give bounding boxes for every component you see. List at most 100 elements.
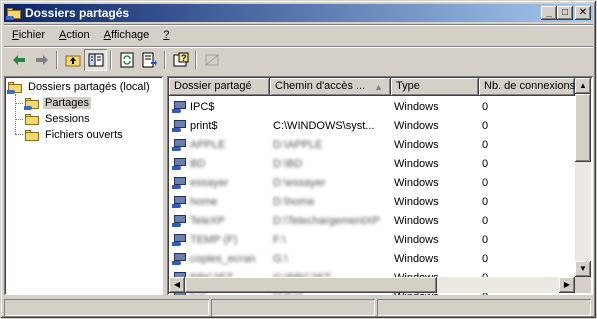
cell-connections: 0 <box>482 252 489 265</box>
column-header-type[interactable]: Type <box>391 78 479 96</box>
help-button[interactable]: ? <box>169 49 192 71</box>
table-row[interactable]: essayer D:\essayer Windows 0 <box>169 173 575 192</box>
shared-folder-icon <box>172 138 188 152</box>
table-row[interactable]: copies_ecran G:\ Windows 0 <box>169 249 575 268</box>
folder-icon <box>24 128 40 142</box>
horizontal-scroll-thumb[interactable] <box>185 277 437 293</box>
up-level-button[interactable] <box>61 49 84 71</box>
cell-path: D:\TelechargementXP <box>273 214 380 227</box>
share-name: essayer <box>190 176 229 189</box>
export-list-icon <box>142 52 157 68</box>
menu-affichage[interactable]: Affichage <box>97 27 157 45</box>
cell-type: Windows <box>394 119 439 132</box>
title-bar[interactable]: Dossiers partagés _ □ ✕ <box>4 4 593 22</box>
column-header-label: Chemin d'accès ... <box>275 80 366 92</box>
menu-affichage-accel: A <box>103 29 111 41</box>
tree-item-partages[interactable]: Partages <box>24 95 92 111</box>
share-name: print$ <box>190 119 218 132</box>
vertical-scroll-thumb[interactable] <box>575 94 591 162</box>
scroll-down-button[interactable]: ▼ <box>575 261 591 277</box>
disabled-action-button[interactable] <box>200 49 223 71</box>
cell-share-name: BD <box>169 157 270 171</box>
cell-connections: 0 <box>482 157 489 170</box>
shared-folder-icon <box>172 119 188 133</box>
forward-button[interactable] <box>30 49 53 71</box>
menu-affichage-label: ffichage <box>110 29 150 41</box>
show-hide-tree-button[interactable] <box>84 49 107 71</box>
share-name: APPLE <box>190 138 226 151</box>
column-header-dossier[interactable]: Dossier partagé <box>169 78 270 96</box>
disabled-action-icon <box>205 54 218 66</box>
cell-type: Windows <box>394 157 439 170</box>
cell-connections: 0 <box>482 100 489 113</box>
toolbar-separator <box>195 51 197 69</box>
shared-folder-icon <box>172 195 188 209</box>
tree-item-label: Fichiers ouverts <box>45 129 123 141</box>
menu-bar: Fichier Action Affichage ? <box>5 27 176 45</box>
shared-folder-icon <box>7 80 23 94</box>
table-row[interactable]: BD D:\BD Windows 0 <box>169 154 575 173</box>
shares-list[interactable]: Dossier partagé Chemin d'accès ... ▲ Type… <box>167 76 593 295</box>
tree-root[interactable]: Dossiers partagés (local) <box>7 79 152 95</box>
cell-type: Windows <box>394 138 439 151</box>
cell-connections: 0 <box>482 233 489 246</box>
menu-fichier[interactable]: Fichier <box>5 27 52 45</box>
scroll-left-button[interactable]: ◀ <box>169 277 185 293</box>
maximize-button[interactable]: □ <box>557 6 573 20</box>
minimize-button[interactable]: _ <box>541 6 557 20</box>
column-header-label: Dossier partagé <box>174 80 252 92</box>
shared-folder-icon <box>172 233 188 247</box>
shared-folder-icon <box>172 100 188 114</box>
tree-item-fichiers-ouverts[interactable]: Fichiers ouverts <box>24 127 125 143</box>
cell-connections: 0 <box>482 214 489 227</box>
table-row[interactable]: TeleXP D:\TelechargementXP Windows 0 <box>169 211 575 230</box>
menu-action-label: ction <box>66 29 90 41</box>
show-hide-tree-icon <box>88 53 103 67</box>
folder-icon <box>24 112 40 126</box>
menu-fichier-accel: F <box>12 29 19 41</box>
column-header-chemin[interactable]: Chemin d'accès ... ▲ <box>270 78 391 96</box>
share-name: BD <box>190 157 206 170</box>
vertical-scrollbar[interactable]: ▲ ▼ <box>575 78 591 277</box>
cell-connections: 0 <box>482 138 489 151</box>
refresh-button[interactable] <box>115 49 138 71</box>
svg-text:?: ? <box>181 53 187 63</box>
export-list-button[interactable] <box>138 49 161 71</box>
table-row[interactable]: IPC$ Windows 0 <box>169 97 575 116</box>
column-header-label: Nb. de connexions <box>484 80 575 92</box>
toolbar-divider <box>4 46 593 48</box>
tree-connector <box>15 103 23 104</box>
share-name: IPC$ <box>190 100 215 113</box>
tree-pane[interactable]: Dossiers partagés (local) Partages Sessi… <box>4 76 163 295</box>
menu-divider <box>4 24 593 26</box>
app-window: Dossiers partagés _ □ ✕ Fichier Action A… <box>0 0 597 319</box>
menu-fichier-label: ichier <box>18 29 46 41</box>
horizontal-scrollbar[interactable]: ◀ ▶ <box>169 277 575 293</box>
column-header-connexions[interactable]: Nb. de connexions <box>479 78 575 96</box>
menu-action[interactable]: Action <box>52 27 97 45</box>
cell-share-name: copies_ecran <box>169 252 270 266</box>
menu-help-accel: ? <box>163 29 170 41</box>
up-folder-icon <box>65 55 80 67</box>
scroll-up-button[interactable]: ▲ <box>575 78 591 94</box>
table-row[interactable]: print$ C:\WINDOWS\syst... Windows 0 <box>169 116 575 135</box>
table-row[interactable]: TEMP (F) F:\ Windows 0 <box>169 230 575 249</box>
cell-share-name: TeleXP <box>169 214 270 228</box>
cell-type: Windows <box>394 100 439 113</box>
cell-type: Windows <box>394 233 439 246</box>
cell-type: Windows <box>394 195 439 208</box>
close-button[interactable]: ✕ <box>575 6 591 20</box>
back-button[interactable] <box>7 49 30 71</box>
cell-path: F:\ <box>273 233 286 246</box>
share-name: home <box>190 195 218 208</box>
shared-folder-icon <box>172 157 188 171</box>
scroll-right-button[interactable]: ▶ <box>559 277 575 293</box>
tree-item-sessions[interactable]: Sessions <box>24 111 92 127</box>
cell-path: D:\essayer <box>273 176 326 189</box>
shared-folder-icon <box>24 96 40 110</box>
menu-help[interactable]: ? <box>156 27 176 45</box>
table-row[interactable]: APPLE D:\APPLE Windows 0 <box>169 135 575 154</box>
back-arrow-icon <box>12 55 25 65</box>
table-row[interactable]: home D:\home Windows 0 <box>169 192 575 211</box>
share-name: TEMP (F) <box>190 233 238 246</box>
